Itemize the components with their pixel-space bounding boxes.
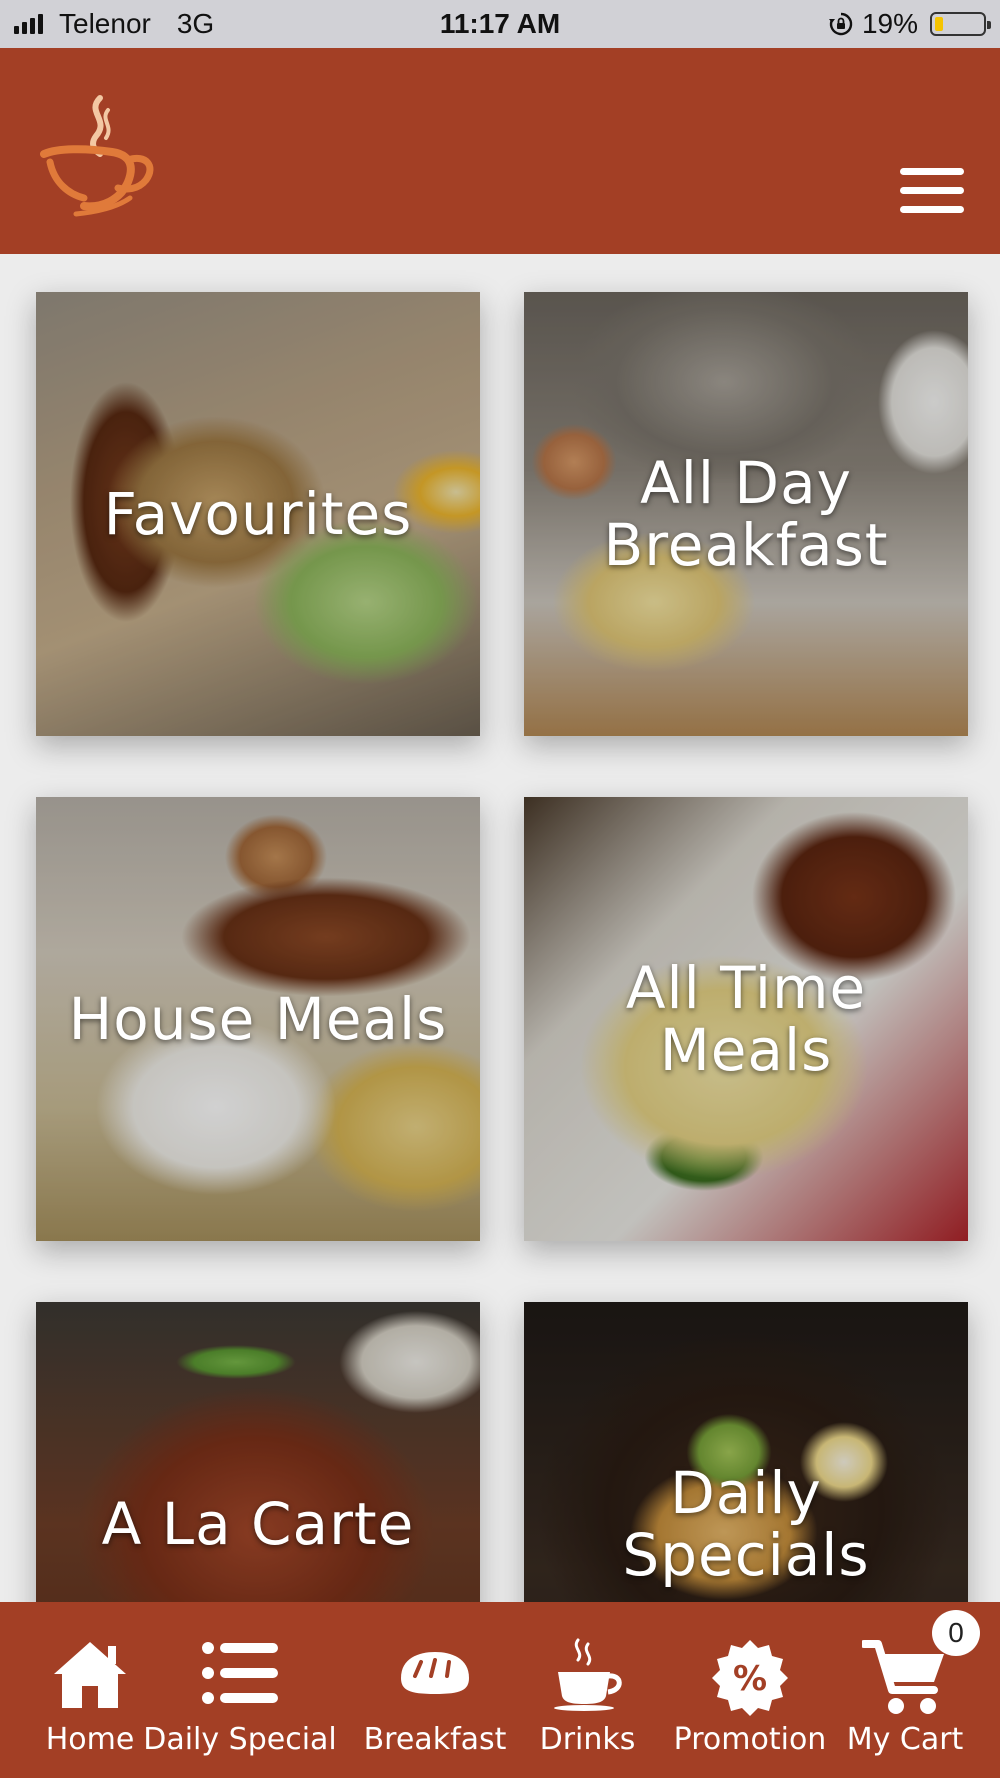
bread-icon xyxy=(401,1652,469,1694)
coffee-cup-icon xyxy=(553,1638,622,1711)
nav-label: Home xyxy=(45,1722,135,1757)
cart-count-badge: 0 xyxy=(932,1610,980,1656)
category-tile-daily-specials[interactable]: Daily Specials xyxy=(524,1302,968,1602)
nav-drinks[interactable]: Drinks xyxy=(520,1602,655,1778)
category-label: House Meals xyxy=(68,985,448,1053)
status-bar: Telenor 3G 11:17 AM 19% xyxy=(0,0,1000,48)
nav-label: Breakfast xyxy=(363,1722,507,1757)
category-tile-favourites[interactable]: Favourites xyxy=(36,292,480,736)
battery-percent: 19% xyxy=(861,8,918,39)
app-header xyxy=(0,48,1000,254)
nav-label: Promotion xyxy=(673,1722,827,1757)
category-label: A La Carte xyxy=(101,1490,415,1558)
nav-label: Drinks xyxy=(539,1722,636,1757)
category-tile-all-time-meals[interactable]: All Time Meals xyxy=(524,797,968,1241)
category-label: All Time Meals xyxy=(625,954,867,1084)
hamburger-menu-icon[interactable] xyxy=(900,168,964,218)
category-label: All Day Breakfast xyxy=(603,449,889,579)
category-label: Daily Specials xyxy=(622,1459,870,1589)
category-label: Favourites xyxy=(103,480,413,548)
category-grid: Favourites All Day Breakfast House Meals… xyxy=(0,254,1000,1602)
bottom-nav: Home Daily Special Breakfast Drinks % Pr… xyxy=(0,1602,1000,1778)
category-tile-a-la-carte[interactable]: A La Carte xyxy=(36,1302,480,1602)
list-icon xyxy=(202,1642,278,1704)
category-tile-all-day-breakfast[interactable]: All Day Breakfast xyxy=(524,292,968,736)
rotation-lock-icon xyxy=(828,12,853,36)
nav-label: Daily Special xyxy=(143,1722,337,1757)
cart-icon xyxy=(862,1640,944,1714)
coffee-cup-logo-icon[interactable] xyxy=(38,90,168,220)
svg-text:%: % xyxy=(733,1659,767,1699)
percent-badge-icon: % xyxy=(712,1640,788,1716)
nav-breakfast[interactable]: Breakfast xyxy=(360,1602,510,1778)
nav-promotion[interactable]: % Promotion xyxy=(670,1602,830,1778)
category-tile-house-meals[interactable]: House Meals xyxy=(36,797,480,1241)
nav-daily-special[interactable]: Daily Special xyxy=(143,1602,337,1778)
battery-icon xyxy=(930,12,991,36)
nav-label: My Cart xyxy=(846,1722,964,1757)
home-icon xyxy=(54,1642,126,1708)
